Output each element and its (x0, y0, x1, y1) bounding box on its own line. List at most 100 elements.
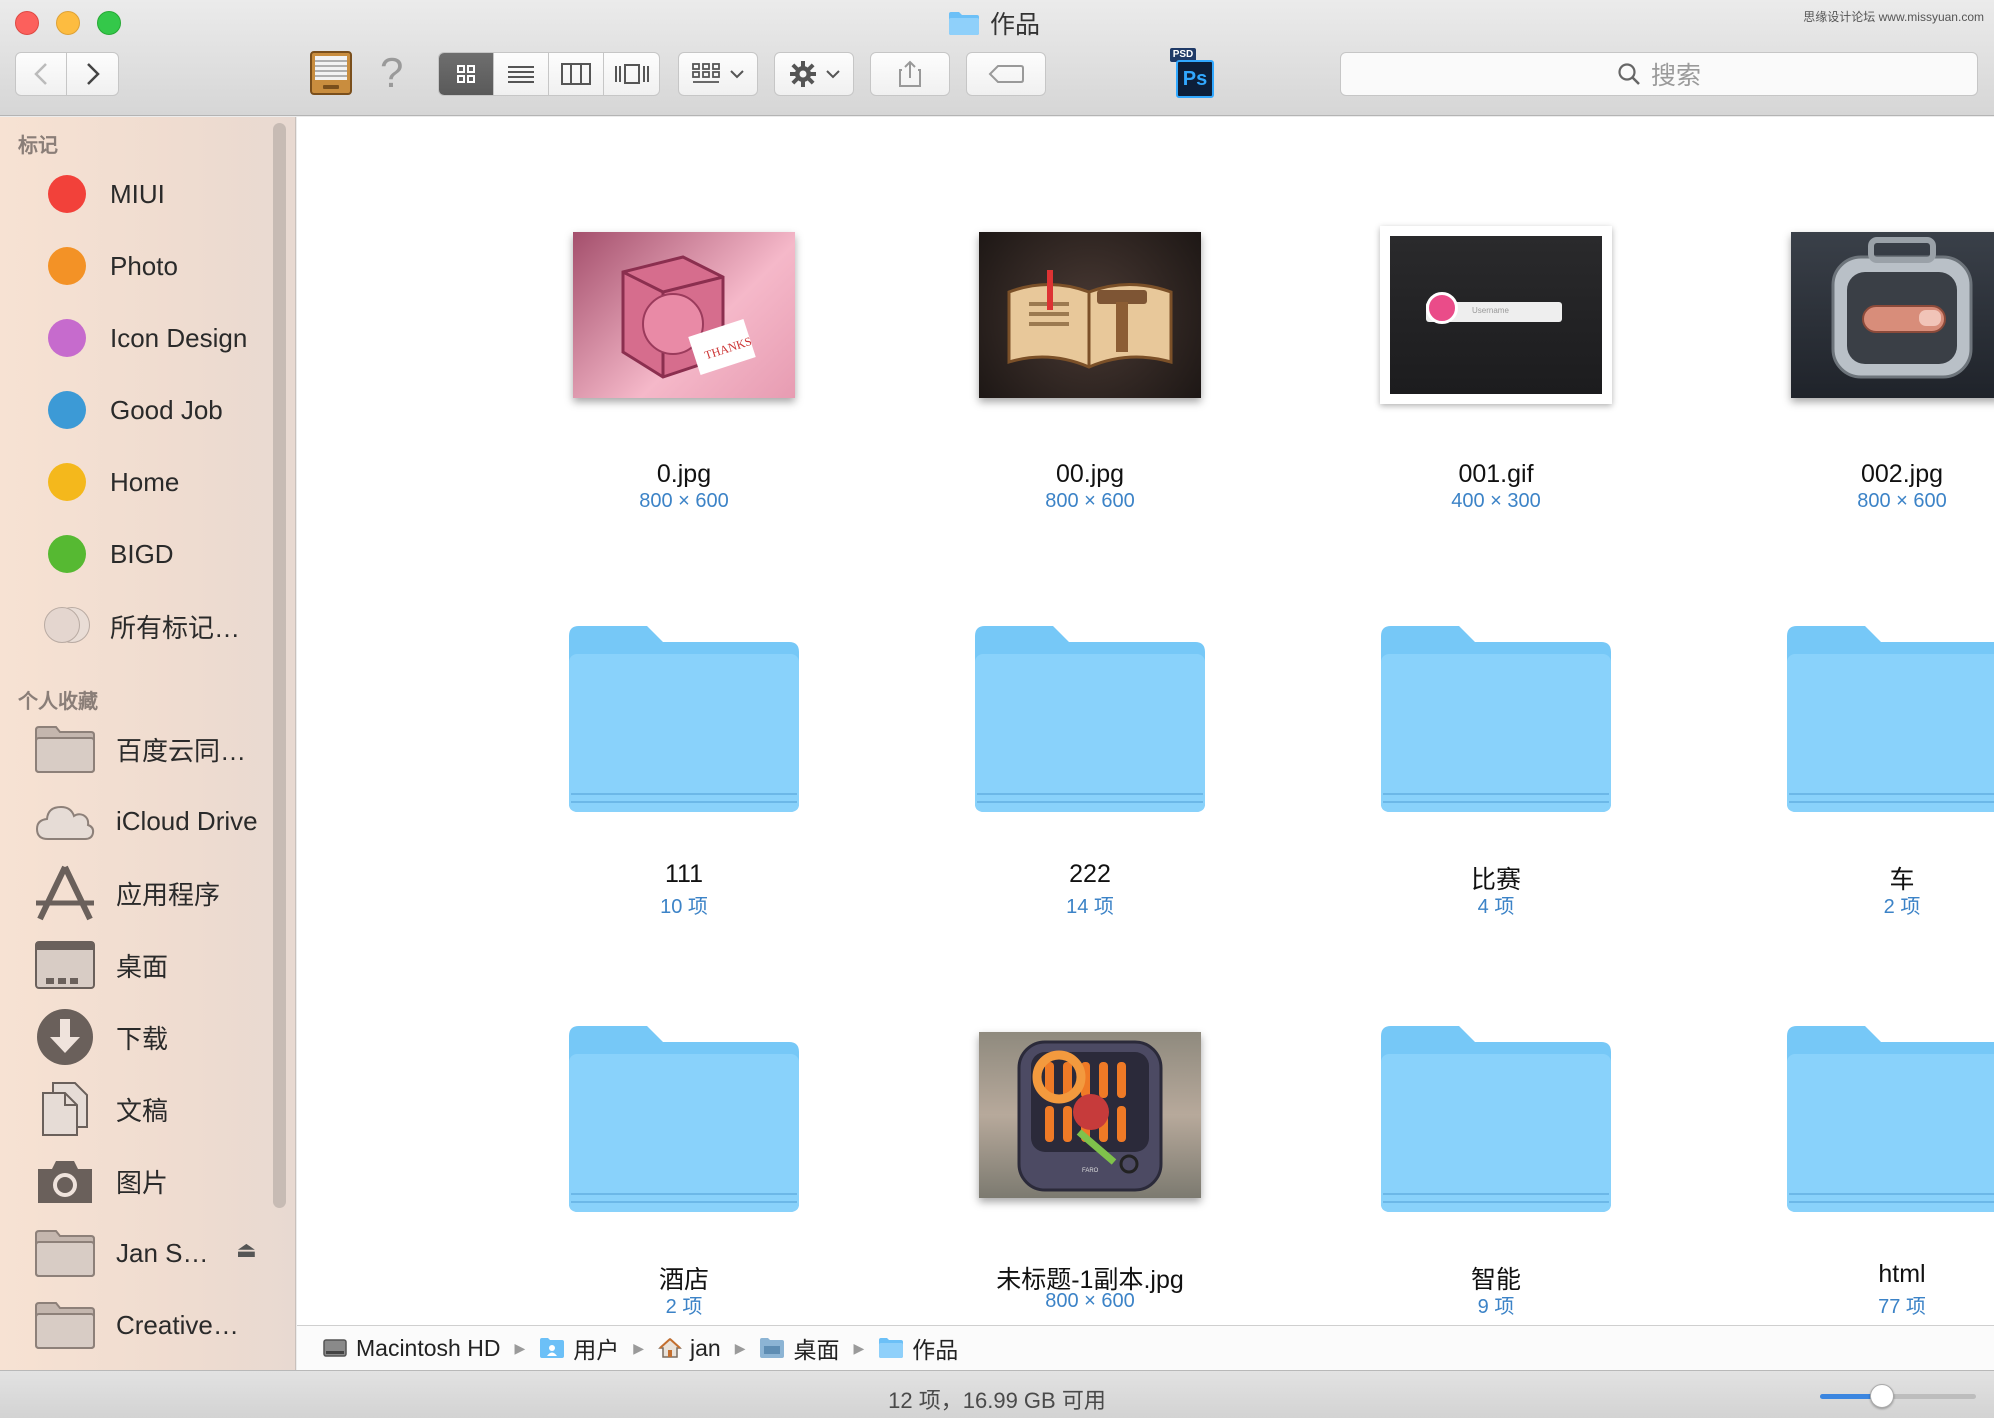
folder-meta: 77 项 (1878, 1296, 1926, 1318)
path-item-desktop[interactable]: 桌面 (759, 1331, 839, 1365)
folder-item-111[interactable]: 111 10 项 (534, 572, 834, 952)
file-item-untitled-copy-jpg[interactable]: FARO 未标题-1副本.jpg 800 × 600 (940, 972, 1240, 1352)
sidebar-item-downloads[interactable]: 下载 (34, 1009, 274, 1065)
file-meta: 800 × 600 (1045, 490, 1135, 512)
folder-item-222[interactable]: 222 14 项 (940, 572, 1240, 952)
cloud-icon (34, 793, 96, 849)
sidebar-item-desktop[interactable]: 桌面 (34, 937, 274, 993)
image-thumbnail: FARO (979, 1032, 1201, 1198)
list-view-button[interactable] (494, 53, 549, 95)
file-icon-grid: THANKS 0.jpg 800 × 600 00.jpg 800 × 600 … (297, 117, 1994, 1325)
forward-button[interactable] (67, 53, 118, 95)
file-item-0-jpg[interactable]: THANKS 0.jpg 800 × 600 (534, 172, 834, 552)
blue-folder-icon (1381, 1026, 1611, 1212)
sidebar-tag-photo[interactable]: Photo (30, 238, 270, 294)
file-name: 001.gif (1458, 460, 1534, 488)
file-item-001-gif[interactable]: Username 001.gif 400 × 300 (1346, 172, 1646, 552)
sidebar-scrollbar[interactable] (273, 123, 286, 1208)
window-title-text: 作品 (990, 11, 1041, 39)
desktop-folder-icon (760, 1338, 785, 1358)
sidebar-item-label: 桌面 (116, 951, 169, 982)
photoshop-icon: Ps (1176, 60, 1214, 98)
window-toolbar: 作品 思缘设计论坛 www.missyuan.com ? PSD Ps 搜索 (0, 0, 1994, 116)
sidebar-item-pictures[interactable]: 图片 (34, 1153, 274, 1209)
folder-meta: 10 项 (660, 896, 708, 918)
red-tag-icon (48, 175, 86, 213)
sidebar-item-label: 图片 (116, 1167, 169, 1198)
sidebar-all-tags[interactable]: 所有标记… (30, 598, 270, 654)
sidebar-item-applications[interactable]: 应用程序 (34, 865, 274, 921)
share-button[interactable] (870, 52, 950, 96)
tag-button[interactable] (966, 52, 1046, 96)
sidebar-item-label: 下载 (116, 1023, 169, 1054)
folder-meta: 9 项 (1477, 1296, 1515, 1318)
path-item-jan[interactable]: jan (658, 1335, 721, 1362)
folder-item-bisai[interactable]: 比赛 4 项 (1346, 572, 1646, 952)
drawer-toolbar-button[interactable] (308, 48, 354, 103)
folder-meta: 4 项 (1477, 896, 1515, 918)
folder-icon (879, 1338, 904, 1358)
sidebar-item-label: Photo (110, 250, 178, 281)
blue-folder-icon (1787, 626, 1994, 812)
sidebar-item-label: BIGD (110, 538, 174, 569)
all-tags-icon (44, 607, 92, 645)
sidebar-item-label: Home (110, 466, 180, 497)
status-bar: 12 项，16.99 GB 可用 (0, 1370, 1994, 1418)
file-meta: 800 × 600 (1857, 490, 1947, 512)
coverflow-view-button[interactable] (604, 53, 659, 95)
file-meta: 400 × 300 (1451, 490, 1541, 512)
sidebar-item-creative[interactable]: Creative… (34, 1297, 274, 1353)
folder-item-jiudian[interactable]: 酒店 2 项 (534, 972, 834, 1352)
minimize-window-button[interactable] (56, 11, 80, 35)
sidebar-item-baidu-cloud[interactable]: 百度云同… (34, 721, 274, 777)
icon-size-slider[interactable] (1820, 1384, 1976, 1408)
path-item-users[interactable]: 用户 (539, 1331, 619, 1365)
folder-icon (34, 721, 96, 777)
close-window-button[interactable] (15, 11, 39, 35)
sidebar-tag-home[interactable]: Home (30, 454, 270, 510)
sidebar-tag-icon-design[interactable]: Icon Design (30, 310, 270, 366)
sidebar-tag-miui[interactable]: MIUI (30, 166, 270, 222)
sidebar-item-label: Good Job (110, 394, 223, 425)
grill-brand-text: FARO (1082, 1168, 1099, 1174)
path-item-works[interactable]: 作品 (878, 1331, 958, 1365)
photoshop-app-button[interactable]: PSD Ps (1168, 48, 1216, 98)
sidebar-item-documents[interactable]: 文稿 (34, 1081, 274, 1137)
help-button[interactable]: ? (380, 48, 403, 98)
action-dropdown[interactable] (774, 52, 854, 96)
file-item-002-jpg[interactable]: 002.jpg 800 × 600 (1752, 172, 1994, 552)
favorites-heading: 个人收藏 (18, 691, 98, 713)
download-icon (34, 1009, 96, 1065)
path-item-label: 作品 (912, 1337, 959, 1363)
sidebar-item-icloud-drive[interactable]: iCloud Drive (34, 793, 274, 849)
search-field[interactable]: 搜索 (1340, 52, 1978, 96)
orange-tag-icon (48, 247, 86, 285)
column-view-button[interactable] (549, 53, 604, 95)
folder-item-che[interactable]: 车 2 项 (1752, 572, 1994, 952)
blue-tag-icon (48, 391, 86, 429)
window-title: 作品 (948, 6, 1040, 40)
sidebar-item-label: 所有标记… (110, 612, 241, 643)
icon-view-button[interactable] (439, 53, 494, 95)
back-button[interactable] (16, 53, 68, 95)
eject-button[interactable]: ⏏ (236, 1237, 257, 1263)
fullscreen-window-button[interactable] (97, 11, 121, 35)
username-field-preview: Username (1472, 306, 1509, 315)
users-folder-icon (540, 1338, 565, 1358)
blue-folder-icon (569, 1026, 799, 1212)
sidebar-item-label: MIUI (110, 178, 165, 209)
chevron-down-icon (826, 70, 840, 79)
image-thumbnail: THANKS (573, 232, 795, 398)
folder-item-zhineng[interactable]: 智能 9 项 (1346, 972, 1646, 1352)
arrange-dropdown[interactable] (678, 52, 758, 96)
documents-icon (34, 1081, 96, 1137)
sidebar-item-label: Icon Design (110, 322, 248, 353)
chevron-right-icon (86, 63, 100, 85)
sidebar-tag-good-job[interactable]: Good Job (30, 382, 270, 438)
sidebar-tag-bigd[interactable]: BIGD (30, 526, 270, 582)
path-item-macintosh-hd[interactable]: Macintosh HD (322, 1335, 500, 1362)
grid-icon (457, 65, 475, 83)
file-item-00-jpg[interactable]: 00.jpg 800 × 600 (940, 172, 1240, 552)
folder-item-html[interactable]: html 77 项 (1752, 972, 1994, 1352)
chevron-left-icon (34, 63, 47, 85)
